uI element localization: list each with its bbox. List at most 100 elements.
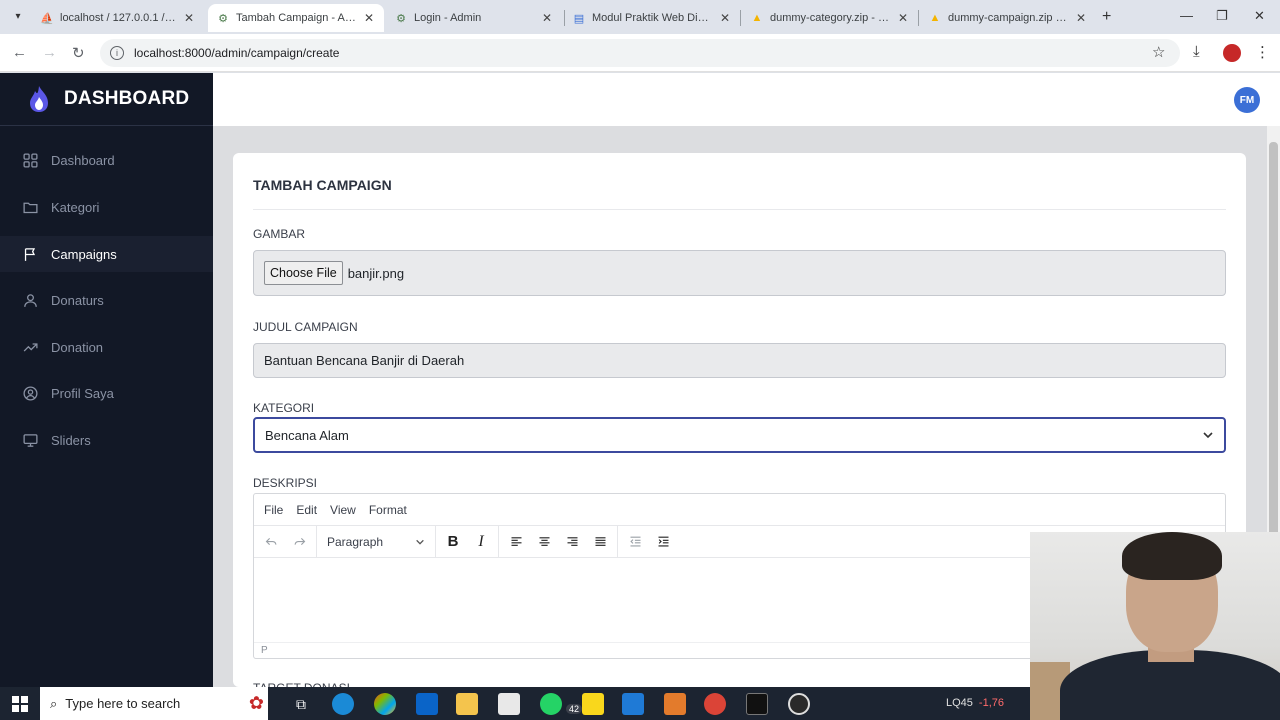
close-icon[interactable]: ✕ bbox=[184, 11, 194, 25]
tab-separator bbox=[918, 10, 919, 26]
back-icon[interactable]: ← bbox=[12, 44, 27, 61]
trending-up-icon bbox=[21, 338, 39, 356]
divider bbox=[253, 209, 1226, 210]
menu-kebab-icon[interactable]: ⋮ bbox=[1255, 43, 1270, 61]
address-bar: ← → ↻ i localhost:8000/admin/campaign/cr… bbox=[0, 34, 1280, 72]
poinsettia-icon: ✿ bbox=[248, 693, 264, 713]
close-icon[interactable]: ✕ bbox=[1076, 11, 1086, 25]
sidebar-item-donaturs[interactable]: Donaturs bbox=[0, 282, 213, 318]
indent-icon[interactable] bbox=[652, 531, 674, 553]
bold-icon[interactable]: B bbox=[442, 531, 464, 553]
choose-file-button[interactable]: Choose File bbox=[264, 261, 343, 285]
file-explorer-icon[interactable] bbox=[456, 693, 478, 715]
close-icon[interactable]: ✕ bbox=[720, 11, 730, 25]
taskbar: ⌕ Type here to search ✿ ⧉ 42 LQ45 -1,76 bbox=[0, 687, 1030, 720]
ticker-change: -1,76 bbox=[978, 697, 1004, 709]
new-tab-icon[interactable]: + bbox=[1102, 8, 1111, 26]
close-icon[interactable]: ✕ bbox=[542, 11, 552, 25]
sidebar-item-sliders[interactable]: Sliders bbox=[0, 422, 213, 458]
close-icon[interactable]: ✕ bbox=[364, 11, 374, 25]
xampp-icon[interactable] bbox=[664, 693, 686, 715]
align-center-icon[interactable] bbox=[533, 531, 555, 553]
outlook-icon[interactable] bbox=[416, 693, 438, 715]
sidebar-item-label: Donaturs bbox=[51, 292, 104, 308]
close-icon[interactable]: ✕ bbox=[898, 11, 908, 25]
menu-format[interactable]: Format bbox=[369, 503, 407, 517]
menu-file[interactable]: File bbox=[264, 503, 283, 517]
presenter-hair bbox=[1122, 532, 1222, 580]
align-justify-icon[interactable] bbox=[589, 531, 611, 553]
align-left-icon[interactable] bbox=[505, 531, 527, 553]
flag-icon bbox=[21, 245, 39, 263]
judul-label: JUDUL CAMPAIGN bbox=[253, 320, 358, 334]
menu-view[interactable]: View bbox=[330, 503, 356, 517]
user-circle-icon bbox=[21, 384, 39, 402]
tab-phpmyadmin[interactable]: ⛵ localhost / 127.0.0.1 / db_l ✕ bbox=[32, 4, 204, 32]
block-format-value: Paragraph bbox=[327, 534, 384, 549]
windows-start-icon[interactable] bbox=[12, 696, 28, 712]
tab-modul-praktik[interactable]: ▤ Modul Praktik Web Dinami ✕ bbox=[564, 4, 740, 32]
file-input[interactable]: Choose File banjir.png bbox=[253, 250, 1226, 296]
drive-icon: ▲ bbox=[751, 12, 763, 24]
copilot-icon[interactable] bbox=[374, 693, 396, 715]
site-info-icon[interactable]: i bbox=[110, 46, 124, 60]
sidebar-item-donation[interactable]: Donation bbox=[0, 329, 213, 365]
judul-input[interactable]: Bantuan Bencana Banjir di Daerah bbox=[253, 343, 1226, 378]
download-icon[interactable]: ⤓ bbox=[1193, 43, 1200, 60]
reload-icon[interactable]: ↻ bbox=[72, 44, 85, 62]
sidebar-item-kategori[interactable]: Kategori bbox=[0, 189, 213, 225]
brand[interactable]: DASHBOARD bbox=[0, 73, 213, 126]
terminal-icon[interactable] bbox=[746, 693, 768, 715]
chrome-icon[interactable] bbox=[704, 693, 726, 715]
vscode-icon[interactable] bbox=[622, 693, 644, 715]
stock-ticker[interactable]: LQ45 -1,76 bbox=[946, 697, 1004, 709]
redo-icon[interactable] bbox=[288, 531, 310, 553]
edge-icon[interactable] bbox=[332, 693, 354, 715]
sidebar-item-dashboard[interactable]: Dashboard bbox=[0, 142, 213, 178]
chevron-down-icon bbox=[416, 539, 424, 545]
store-icon[interactable] bbox=[498, 693, 520, 715]
browser-tab-bar: ▾ ⛵ localhost / 127.0.0.1 / db_l ✕ ⚙ Tam… bbox=[0, 0, 1280, 34]
whatsapp-icon[interactable] bbox=[540, 693, 562, 715]
window-close-icon[interactable]: ✕ bbox=[1254, 8, 1265, 24]
tab-tambah-campaign[interactable]: ⚙ Tambah Campaign - Admin ✕ bbox=[208, 4, 384, 32]
undo-icon[interactable] bbox=[260, 531, 282, 553]
sidebar-item-profil-saya[interactable]: Profil Saya bbox=[0, 375, 213, 411]
phpmyadmin-icon: ⛵ bbox=[40, 12, 54, 25]
tab-dummy-category[interactable]: ▲ dummy-category.zip - Goo ✕ bbox=[742, 4, 918, 32]
file-name: banjir.png bbox=[347, 265, 405, 281]
italic-icon[interactable]: I bbox=[470, 531, 492, 553]
block-format-select[interactable]: Paragraph bbox=[323, 535, 429, 549]
tab-dummy-campaign[interactable]: ▲ dummy-campaign.zip - Go ✕ bbox=[920, 4, 1096, 32]
profile-icon[interactable] bbox=[1223, 44, 1241, 62]
sidebar-item-campaigns[interactable]: Campaigns bbox=[0, 236, 213, 272]
avatar[interactable]: FM bbox=[1234, 87, 1260, 113]
outdent-icon[interactable] bbox=[624, 531, 646, 553]
drive-icon: ▲ bbox=[929, 12, 941, 24]
tab-search-icon[interactable]: ▾ bbox=[8, 6, 28, 26]
history-group bbox=[254, 526, 317, 557]
bookmark-star-icon[interactable]: ☆ bbox=[1152, 43, 1165, 61]
tab-login-admin[interactable]: ⚙ Login - Admin ✕ bbox=[386, 4, 562, 32]
scrollbar-thumb[interactable] bbox=[1269, 142, 1278, 542]
recorder-icon[interactable] bbox=[788, 693, 810, 715]
kategori-select[interactable]: Bencana Alam bbox=[253, 417, 1226, 453]
whatsapp-badge: 42 bbox=[566, 704, 583, 714]
align-right-icon[interactable] bbox=[561, 531, 583, 553]
url-input[interactable]: i localhost:8000/admin/campaign/create bbox=[100, 39, 1180, 67]
element-path: P bbox=[261, 645, 268, 656]
chevron-down-icon bbox=[1203, 432, 1213, 439]
minimize-icon[interactable]: — bbox=[1180, 8, 1193, 23]
monitor-icon bbox=[21, 431, 39, 449]
sidebar-item-label: Kategori bbox=[51, 199, 100, 215]
taskbar-search-input[interactable]: ⌕ Type here to search ✿ bbox=[40, 687, 268, 720]
judul-value: Bantuan Bencana Banjir di Daerah bbox=[264, 353, 465, 368]
sticky-notes-icon[interactable] bbox=[582, 693, 604, 715]
gear-icon: ⚙ bbox=[218, 12, 228, 25]
ticker-symbol: LQ45 bbox=[946, 697, 973, 709]
forward-icon[interactable]: → bbox=[42, 44, 57, 61]
task-view-icon[interactable]: ⧉ bbox=[290, 693, 312, 715]
menu-edit[interactable]: Edit bbox=[296, 503, 317, 517]
maximize-icon[interactable]: ❐ bbox=[1216, 8, 1228, 24]
sidebar-item-label: Sliders bbox=[51, 432, 91, 448]
